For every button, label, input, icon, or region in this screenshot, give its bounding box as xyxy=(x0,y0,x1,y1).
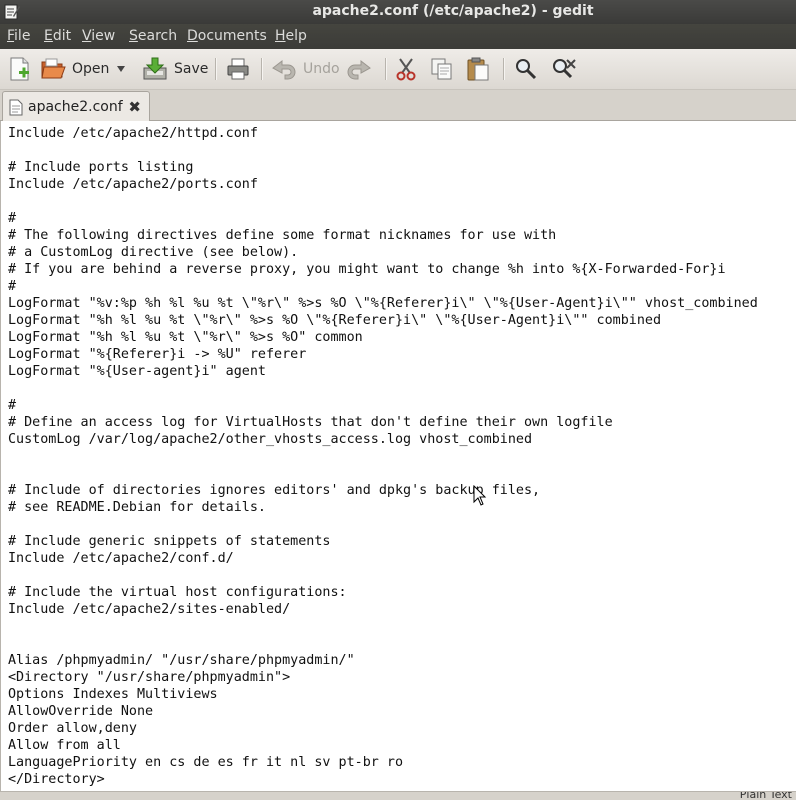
code-line: LogFormat "%h %l %u %t \"%r\" %>s %O" co… xyxy=(8,330,363,345)
toolbar: Open Save Undo xyxy=(0,49,796,90)
code-line: # If you are behind a reverse proxy, you… xyxy=(8,262,726,277)
tab-label: apache2.conf xyxy=(28,99,123,115)
code-line: Include /etc/apache2/conf.d/ xyxy=(8,551,234,566)
code-line: # Include of directories ignores editors… xyxy=(8,483,541,498)
tab-apache2-conf[interactable]: apache2.conf ✖ xyxy=(2,91,150,122)
open-label: Open xyxy=(72,61,110,77)
copy-icon xyxy=(431,58,452,80)
cut-button[interactable] xyxy=(395,55,417,83)
toolbar-separator xyxy=(261,58,263,80)
code-line: Include /etc/apache2/httpd.conf xyxy=(8,126,258,141)
code-line: # xyxy=(8,211,17,226)
code-line: # Include ports listing xyxy=(8,160,194,175)
menu-edit[interactable]: Edit xyxy=(44,28,71,44)
undo-label: Undo xyxy=(303,61,340,77)
menu-help[interactable]: Help xyxy=(275,28,307,44)
editor-text: Include /etc/apache2/httpd.conf # Includ… xyxy=(8,125,758,788)
code-line: # Include generic snippets of statements xyxy=(8,534,331,549)
toolbar-separator xyxy=(503,58,505,80)
save-icon xyxy=(143,57,167,80)
paste-icon xyxy=(467,57,489,81)
code-line: <Directory "/usr/share/phpmyadmin"> xyxy=(8,670,291,685)
find-replace-button[interactable] xyxy=(551,55,577,83)
copy-button[interactable] xyxy=(430,55,454,83)
code-line: LogFormat "%{Referer}i -> %U" referer xyxy=(8,347,307,362)
find-replace-icon xyxy=(553,59,576,79)
code-line: LogFormat "%h %l %u %t \"%r\" %>s %O \"%… xyxy=(8,313,662,328)
save-label: Save xyxy=(174,61,209,77)
code-line: Include /etc/apache2/ports.conf xyxy=(8,177,258,192)
scissors-icon xyxy=(396,58,416,81)
code-line: Include /etc/apache2/sites-enabled/ xyxy=(8,602,291,617)
find-button[interactable] xyxy=(514,55,538,83)
undo-button[interactable]: Undo xyxy=(271,55,340,83)
paste-button[interactable] xyxy=(466,55,490,83)
menu-documents[interactable]: Documents xyxy=(187,28,267,44)
toolbar-separator xyxy=(215,58,217,80)
menu-bar: File Edit View Search Documents Help xyxy=(0,24,796,49)
document-tabs: apache2.conf ✖ xyxy=(0,90,796,122)
search-icon xyxy=(516,59,537,80)
undo-icon xyxy=(272,59,296,80)
code-line: LanguagePriority en cs de es fr it nl sv… xyxy=(8,755,404,770)
code-line: Alias /phpmyadmin/ "/usr/share/phpmyadmi… xyxy=(8,653,355,668)
print-icon xyxy=(227,58,249,80)
new-button[interactable] xyxy=(8,55,32,83)
text-file-icon xyxy=(9,99,23,115)
code-line: Order allow,deny xyxy=(8,721,137,736)
toolbar-separator xyxy=(385,58,387,80)
window-title: apache2.conf (/etc/apache2) - gedit xyxy=(312,3,594,19)
title-bar: apache2.conf (/etc/apache2) - gedit xyxy=(0,0,796,24)
code-line: </Directory> xyxy=(8,772,105,787)
code-line: Options Indexes Multiviews xyxy=(8,687,218,702)
menu-view[interactable]: View xyxy=(82,28,115,44)
code-line: LogFormat "%{User-agent}i" agent xyxy=(8,364,266,379)
code-line: # xyxy=(8,279,17,294)
menu-file[interactable]: File xyxy=(7,28,30,44)
code-line: # Include the virtual host configuration… xyxy=(8,585,347,600)
chevron-down-icon xyxy=(117,66,125,72)
open-button[interactable]: Open xyxy=(40,55,109,83)
code-line: AllowOverride None xyxy=(8,704,154,719)
open-recent-dropdown[interactable] xyxy=(116,55,126,83)
code-line: # Define an access log for VirtualHosts … xyxy=(8,415,613,430)
code-line: # see README.Debian for details. xyxy=(8,500,266,515)
code-line: Allow from all xyxy=(8,738,121,753)
code-line: CustomLog /var/log/apache2/other_vhosts_… xyxy=(8,432,533,447)
code-line: LogFormat "%v:%p %h %l %u %t \"%r\" %>s … xyxy=(8,296,758,311)
code-line: # The following directives define some f… xyxy=(8,228,557,243)
code-line: # a CustomLog directive (see below). xyxy=(8,245,299,260)
redo-button[interactable] xyxy=(346,55,372,83)
text-editor[interactable]: Include /etc/apache2/httpd.conf # Includ… xyxy=(0,121,796,791)
redo-icon xyxy=(347,59,371,80)
close-tab-icon[interactable]: ✖ xyxy=(128,98,141,116)
code-line: # xyxy=(8,398,17,413)
mouse-pointer-icon xyxy=(473,485,487,506)
save-button[interactable]: Save xyxy=(142,55,208,83)
new-document-icon xyxy=(10,57,29,81)
menu-search[interactable]: Search xyxy=(129,28,177,44)
print-button[interactable] xyxy=(226,55,250,83)
folder-open-icon xyxy=(41,58,66,79)
